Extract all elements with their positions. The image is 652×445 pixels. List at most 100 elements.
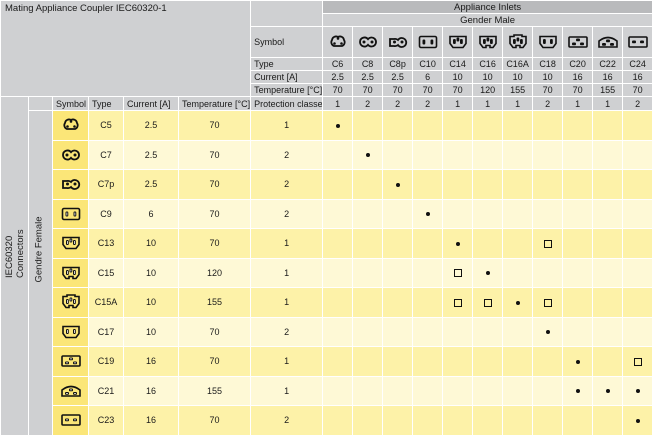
table-row: C17 10 70 2 (1, 316, 652, 347)
connector-current: 2.5 (123, 139, 179, 170)
inlet-temp: 70 (622, 83, 652, 97)
mating-cell (352, 346, 384, 377)
connector-protection: 2 (250, 405, 324, 436)
three-slot-socket-icon (52, 228, 89, 259)
connector-current: 10 (123, 287, 179, 318)
connector-current: 10 (123, 257, 179, 288)
mating-dot-icon (485, 271, 490, 276)
mating-cell (322, 228, 354, 259)
header-label-temperature: Temperature [°C] (250, 83, 324, 97)
connector-temperature: 70 (177, 346, 252, 377)
mating-cell (622, 169, 652, 200)
inlet-type: C22 (592, 57, 624, 71)
mating-cell (352, 228, 384, 259)
mating-cell (382, 169, 414, 200)
mating-cell (502, 375, 534, 406)
body-header-protection: Protection classe (250, 96, 324, 111)
mating-cell (562, 287, 594, 318)
inlet-type: C8 (352, 57, 384, 71)
connector-type: C17 (88, 316, 124, 347)
inlet-temp: 70 (412, 83, 444, 97)
connector-temperature: 70 (177, 228, 252, 259)
mating-cell (562, 198, 594, 229)
inlet-current: 16 (592, 70, 624, 84)
mating-cell (472, 287, 504, 318)
figure8-polarized-icon (382, 26, 414, 58)
header-spacer (28, 96, 53, 111)
mating-cell (322, 110, 354, 141)
inlet-temp: 70 (442, 83, 474, 97)
mating-cell (532, 405, 564, 436)
three-pin-double-slot-icon (502, 26, 534, 58)
mating-cell (352, 169, 384, 200)
connector-protection: 2 (250, 198, 324, 229)
mating-cell (442, 316, 474, 347)
inlet-protection: 1 (502, 96, 534, 111)
mating-cell (412, 228, 444, 259)
connector-current: 16 (123, 375, 179, 406)
mating-cell (352, 110, 384, 141)
mating-cell (592, 287, 624, 318)
mating-cell (562, 346, 594, 377)
inlet-temp: 70 (382, 83, 414, 97)
table-row: C15A 10 155 1 (1, 287, 652, 318)
header-label-current: Current [A] (250, 70, 324, 84)
mating-cell (322, 287, 354, 318)
body-header-type: Type (88, 96, 124, 111)
mating-cell (622, 257, 652, 288)
mating-cell (382, 316, 414, 347)
mating-cell (442, 198, 474, 229)
connectors-label: IEC60320 Connectors (0, 96, 29, 436)
mating-dot-icon (335, 123, 340, 128)
header-label-type: Type (250, 57, 324, 71)
connector-type: C15 (88, 257, 124, 288)
connector-protection: 2 (250, 169, 324, 200)
mating-cell (622, 405, 652, 436)
coupler-matrix: Mating Appliance Coupler IEC60320-1 Appli… (0, 0, 652, 436)
inlet-type: C6 (322, 57, 354, 71)
mating-cell (352, 375, 384, 406)
three-pin-wide-arched-icon (592, 26, 624, 58)
mating-cell (322, 346, 354, 377)
connector-type: C7 (88, 139, 124, 170)
mating-cell (592, 375, 624, 406)
figure8-icon (352, 26, 384, 58)
mating-cell (592, 228, 624, 259)
mating-cell (622, 228, 652, 259)
inlet-protection: 2 (382, 96, 414, 111)
mating-cell (622, 375, 652, 406)
gender-female-label: Gendre Female (28, 110, 53, 436)
mating-cell (502, 405, 534, 436)
inlet-type: C16A (502, 57, 534, 71)
mating-dot-icon (425, 212, 430, 217)
body-header-symbol: Symbol (52, 96, 89, 111)
mating-cell (532, 198, 564, 229)
inlet-current: 16 (562, 70, 594, 84)
mating-cell (352, 287, 384, 318)
inlet-temp: 70 (562, 83, 594, 97)
mating-square-icon (483, 298, 492, 307)
two-slot-socket-icon (52, 198, 89, 229)
mating-dot-icon (455, 241, 460, 246)
mating-cell (382, 198, 414, 229)
connector-current: 2.5 (123, 110, 179, 141)
table-row: C7p 2.5 70 2 (1, 169, 652, 200)
mating-cell (382, 228, 414, 259)
mating-cell (472, 257, 504, 288)
mating-cell (622, 346, 652, 377)
connector-current: 6 (123, 198, 179, 229)
connector-current: 10 (123, 316, 179, 347)
inlet-type: C8p (382, 57, 414, 71)
connector-current: 10 (123, 228, 179, 259)
table-row: Gendre Female C5 2.5 70 1 (1, 110, 652, 436)
connector-temperature: 70 (177, 110, 252, 141)
mating-cell (442, 405, 474, 436)
connector-protection: 1 (250, 375, 324, 406)
inlet-protection: 2 (412, 96, 444, 111)
mating-dot-icon (515, 300, 520, 305)
mating-cell (592, 405, 624, 436)
inlet-type: C10 (412, 57, 444, 71)
appliance-inlets-header: Appliance Inlets (322, 0, 652, 14)
table-row: C15 10 120 1 (1, 257, 652, 288)
mating-dot-icon (545, 330, 550, 335)
